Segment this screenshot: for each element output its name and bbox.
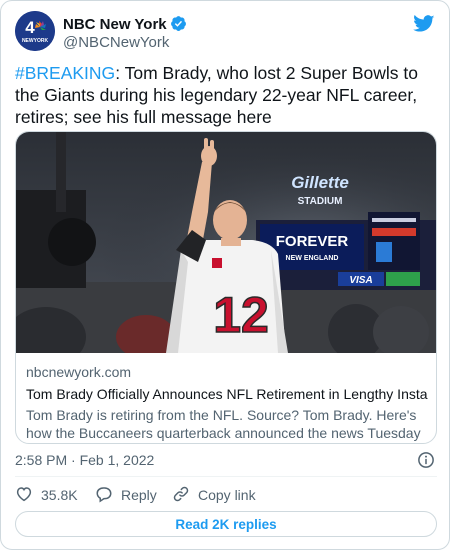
hashtag-link[interactable]: #BREAKING [15, 63, 115, 83]
tweet-header: 4 NEWYORK NBC New York @NBCNewYork [15, 11, 437, 55]
copy-link-label: Copy link [198, 487, 256, 503]
verified-badge-icon [170, 15, 187, 36]
read-replies-button[interactable]: Read 2K replies [15, 511, 437, 537]
reply-button[interactable]: Reply [95, 485, 157, 505]
scoreboard-text: FOREVER [276, 233, 349, 250]
link-domain: nbcnewyork.com [26, 364, 132, 380]
avatar-text: NEWYORK [22, 38, 49, 44]
avatar[interactable]: 4 NEWYORK [15, 11, 55, 51]
tweet-text: #BREAKING: Tom Brady, who lost 2 Super B… [15, 62, 439, 128]
link-title[interactable]: Tom Brady Officially Announces NFL Retir… [26, 384, 428, 404]
link-preview-card[interactable]: Gillette STADIUM FOREVER NEW ENGLAND VIS… [15, 131, 437, 444]
author-name-text[interactable]: NBC New York [63, 16, 167, 33]
author-handle[interactable]: @NBCNewYork [63, 34, 169, 51]
stadium-sub-text: STADIUM [298, 196, 343, 207]
ad-text: VISA [349, 275, 372, 286]
link-icon [172, 485, 198, 506]
copy-link-button[interactable]: Copy link [172, 485, 256, 505]
svg-text:4: 4 [25, 18, 35, 37]
reply-label: Reply [121, 487, 157, 503]
scoreboard-subtext: NEW ENGLAND [286, 255, 339, 262]
like-button[interactable]: 35.8K [15, 485, 78, 505]
link-meta: nbcnewyork.com Tom Brady Officially Anno… [26, 363, 428, 443]
like-count: 35.8K [41, 487, 78, 503]
reply-icon [95, 485, 121, 506]
divider [15, 476, 437, 477]
tweet-timestamp[interactable]: 2:58 PM · Feb 1, 2022 [15, 452, 154, 468]
tweet-actions: 35.8K Reply Copy link [15, 485, 437, 505]
heart-icon [15, 485, 41, 506]
info-icon[interactable] [417, 451, 435, 474]
link-description: Tom Brady is retiring from the NFL. Sour… [26, 407, 421, 441]
author-name[interactable]: NBC New York [63, 15, 187, 36]
jersey-number: 12 [213, 287, 269, 343]
twitter-bird-icon[interactable] [413, 15, 435, 38]
tweet-card: 4 NEWYORK NBC New York @NBCNewYork #BREA… [0, 0, 450, 550]
link-preview-image[interactable]: Gillette STADIUM FOREVER NEW ENGLAND VIS… [16, 132, 437, 353]
stadium-sign-text: Gillette [291, 173, 349, 192]
